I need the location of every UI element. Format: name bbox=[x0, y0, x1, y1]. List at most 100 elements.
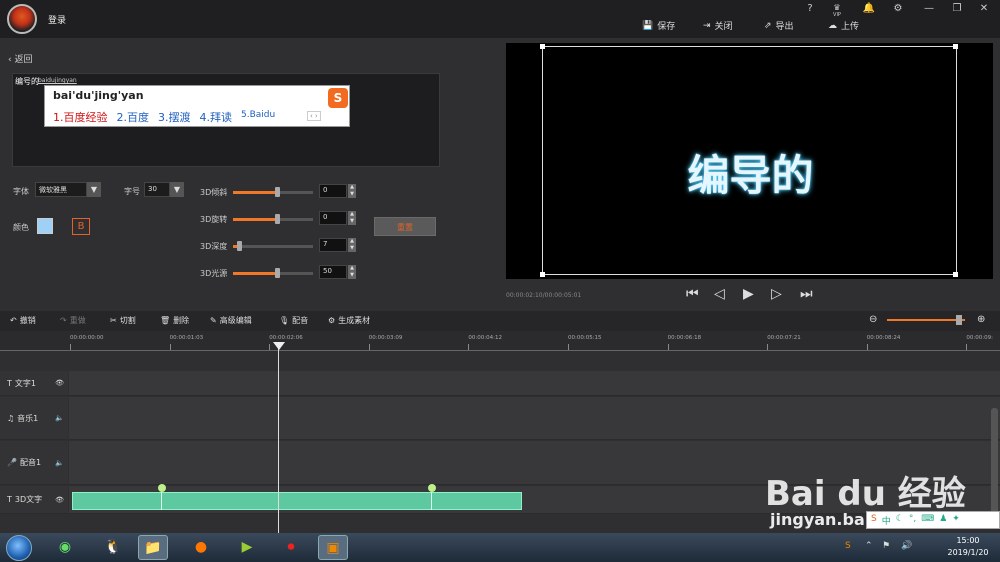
resize-handle[interactable] bbox=[953, 272, 958, 277]
dub-button[interactable]: 🎙 配音 bbox=[279, 315, 308, 326]
track-header[interactable]: 🎤 配音1 🔈 bbox=[0, 441, 68, 485]
upload-button[interactable]: ☁ 上传 bbox=[828, 19, 859, 33]
spinner-arrows-icon[interactable]: ▲ ▼ bbox=[348, 211, 356, 225]
size-select[interactable]: 30 bbox=[144, 182, 170, 197]
color-swatch[interactable] bbox=[37, 218, 53, 234]
zoom-slider[interactable] bbox=[887, 319, 965, 321]
media-app-icon[interactable]: ▶ bbox=[232, 535, 262, 560]
export-button[interactable]: ⇗ 导出 bbox=[764, 19, 794, 33]
sogou-tray-icon[interactable]: S bbox=[845, 541, 851, 551]
ime-candidate[interactable]: 2.百度 bbox=[117, 109, 150, 125]
help-icon[interactable]: ? bbox=[803, 3, 817, 14]
delete-button[interactable]: 🗑 删除 bbox=[160, 315, 189, 326]
slider-value-input[interactable]: 50 bbox=[319, 265, 347, 279]
ime-status-bar[interactable]: S 中 ☾ °, ⌨ ♟ ✦ bbox=[866, 511, 1000, 529]
app-icon-360[interactable]: ◉ bbox=[50, 535, 80, 560]
redo-button[interactable]: ↷ 重做 bbox=[60, 315, 86, 326]
ruler-tick bbox=[368, 344, 370, 350]
timeline-ruler[interactable] bbox=[0, 331, 1000, 351]
keyframe[interactable] bbox=[158, 484, 166, 492]
spinner-arrows-icon[interactable]: ▲ ▼ bbox=[348, 184, 356, 198]
eye-icon[interactable]: 👁 bbox=[55, 496, 64, 504]
track-lane[interactable] bbox=[69, 397, 1000, 440]
track-lane[interactable] bbox=[69, 371, 1000, 396]
spinner-arrows-icon[interactable]: ▲ ▼ bbox=[348, 238, 356, 252]
playhead-handle[interactable] bbox=[273, 342, 285, 350]
3d-text-clip[interactable] bbox=[72, 492, 522, 510]
chevron-down-icon[interactable]: ▼ bbox=[87, 182, 101, 197]
ime-candidate-window[interactable]: bai'du'jing'yan S 1.百度经验 2.百度 3.摆渡 4.拜读 … bbox=[44, 85, 350, 127]
skip-start-icon[interactable]: ⏮ bbox=[686, 286, 699, 302]
ime-candidate[interactable]: 3.摆渡 bbox=[158, 109, 191, 125]
play-icon[interactable]: ▶ bbox=[743, 286, 754, 302]
resize-handle[interactable] bbox=[540, 44, 545, 49]
reset-button[interactable]: 重置 bbox=[374, 217, 436, 236]
back-button[interactable]: ‹ 返回 bbox=[8, 52, 32, 65]
slider-knob[interactable] bbox=[275, 214, 280, 224]
explorer-icon[interactable]: 📁 bbox=[138, 535, 168, 560]
timeline-scrollbar[interactable] bbox=[991, 408, 998, 528]
taskbar-clock[interactable]: 15:00 2019/1/20 bbox=[938, 535, 998, 559]
advanced-edit-button[interactable]: ✎ 高级编辑 bbox=[210, 315, 252, 326]
text-bounding-frame[interactable]: 编导的 bbox=[542, 46, 957, 275]
slider-knob[interactable] bbox=[275, 268, 280, 278]
slider-value-input[interactable]: 0 bbox=[319, 211, 347, 225]
keyframe[interactable] bbox=[428, 484, 436, 492]
volume-icon[interactable]: 🔊 bbox=[901, 541, 912, 551]
slider-knob[interactable] bbox=[237, 241, 242, 251]
keyframe-line bbox=[161, 492, 162, 510]
speaker-icon[interactable]: 🔈 bbox=[55, 414, 64, 422]
zoom-in-icon[interactable]: ⊕ bbox=[977, 314, 985, 325]
3d-slider[interactable] bbox=[233, 237, 313, 255]
track-header[interactable]: ♫ 音乐1 🔈 bbox=[0, 397, 68, 440]
speaker-icon[interactable]: 🔈 bbox=[55, 459, 64, 467]
close-window-icon[interactable]: ✕ bbox=[977, 3, 991, 14]
tray-expand-icon[interactable]: ⌃ bbox=[865, 541, 873, 551]
eye-icon[interactable]: 👁 bbox=[55, 379, 64, 387]
3d-slider[interactable] bbox=[233, 183, 313, 201]
bold-button[interactable]: B bbox=[72, 218, 90, 235]
step-forward-icon[interactable]: ▷ bbox=[771, 286, 782, 302]
track-header[interactable]: T 3D文字 👁 bbox=[0, 486, 68, 514]
ime-candidate[interactable]: 1.百度经验 bbox=[53, 109, 108, 125]
cut-button[interactable]: ✂ 切割 bbox=[110, 315, 136, 326]
firefox-icon[interactable]: ● bbox=[186, 535, 216, 560]
close-button[interactable]: ⇥ 关闭 bbox=[703, 19, 733, 33]
font-select[interactable]: 微软雅黑 bbox=[35, 182, 87, 197]
text-icon: T bbox=[7, 378, 12, 388]
recorder-icon[interactable]: ⏺ bbox=[276, 535, 306, 560]
3d-slider[interactable] bbox=[233, 264, 313, 282]
skip-end-icon[interactable]: ⏭ bbox=[800, 286, 813, 302]
resize-handle[interactable] bbox=[540, 272, 545, 277]
vip-crown-icon[interactable]: ♛ VIP bbox=[830, 3, 844, 18]
ime-candidate[interactable]: 4.拜读 bbox=[200, 109, 233, 125]
ime-page-arrows[interactable]: ‹ › bbox=[307, 111, 321, 121]
generate-material-button[interactable]: ⚙ 生成素材 bbox=[328, 315, 370, 326]
track-header[interactable]: T 文字1 👁 bbox=[0, 371, 68, 396]
redo-icon: ↷ bbox=[60, 316, 67, 325]
gear-icon[interactable]: ⚙ bbox=[891, 3, 905, 14]
login-link[interactable]: 登录 bbox=[48, 13, 66, 26]
video-editor-taskbar-icon[interactable]: ▣ bbox=[318, 535, 348, 560]
spinner-arrows-icon[interactable]: ▲ ▼ bbox=[348, 265, 356, 279]
resize-handle[interactable] bbox=[953, 44, 958, 49]
zoom-slider-knob[interactable] bbox=[956, 315, 962, 325]
bell-icon[interactable]: 🔔 bbox=[862, 3, 876, 14]
slider-value-input[interactable]: 7 bbox=[319, 238, 347, 252]
restore-icon[interactable]: ❐ bbox=[950, 3, 964, 14]
slider-knob[interactable] bbox=[275, 187, 280, 197]
save-button[interactable]: 💾 保存 bbox=[642, 19, 675, 33]
ime-candidate[interactable]: 5.Baidu bbox=[241, 109, 275, 125]
flag-icon[interactable]: ⚑ bbox=[882, 541, 890, 551]
zoom-out-icon[interactable]: ⊖ bbox=[869, 314, 877, 325]
3d-slider[interactable] bbox=[233, 210, 313, 228]
minimize-icon[interactable]: — bbox=[922, 3, 936, 14]
chevron-down-icon[interactable]: ▼ bbox=[170, 182, 184, 197]
start-button[interactable] bbox=[6, 535, 32, 561]
undo-button[interactable]: ↶ 撤销 bbox=[10, 315, 36, 326]
slider-value-input[interactable]: 0 bbox=[319, 184, 347, 198]
sogou-logo-icon: S bbox=[871, 514, 877, 524]
playhead[interactable] bbox=[278, 343, 279, 534]
qq-icon[interactable]: 🐧 bbox=[98, 535, 128, 560]
step-back-icon[interactable]: ◁ bbox=[714, 286, 725, 302]
